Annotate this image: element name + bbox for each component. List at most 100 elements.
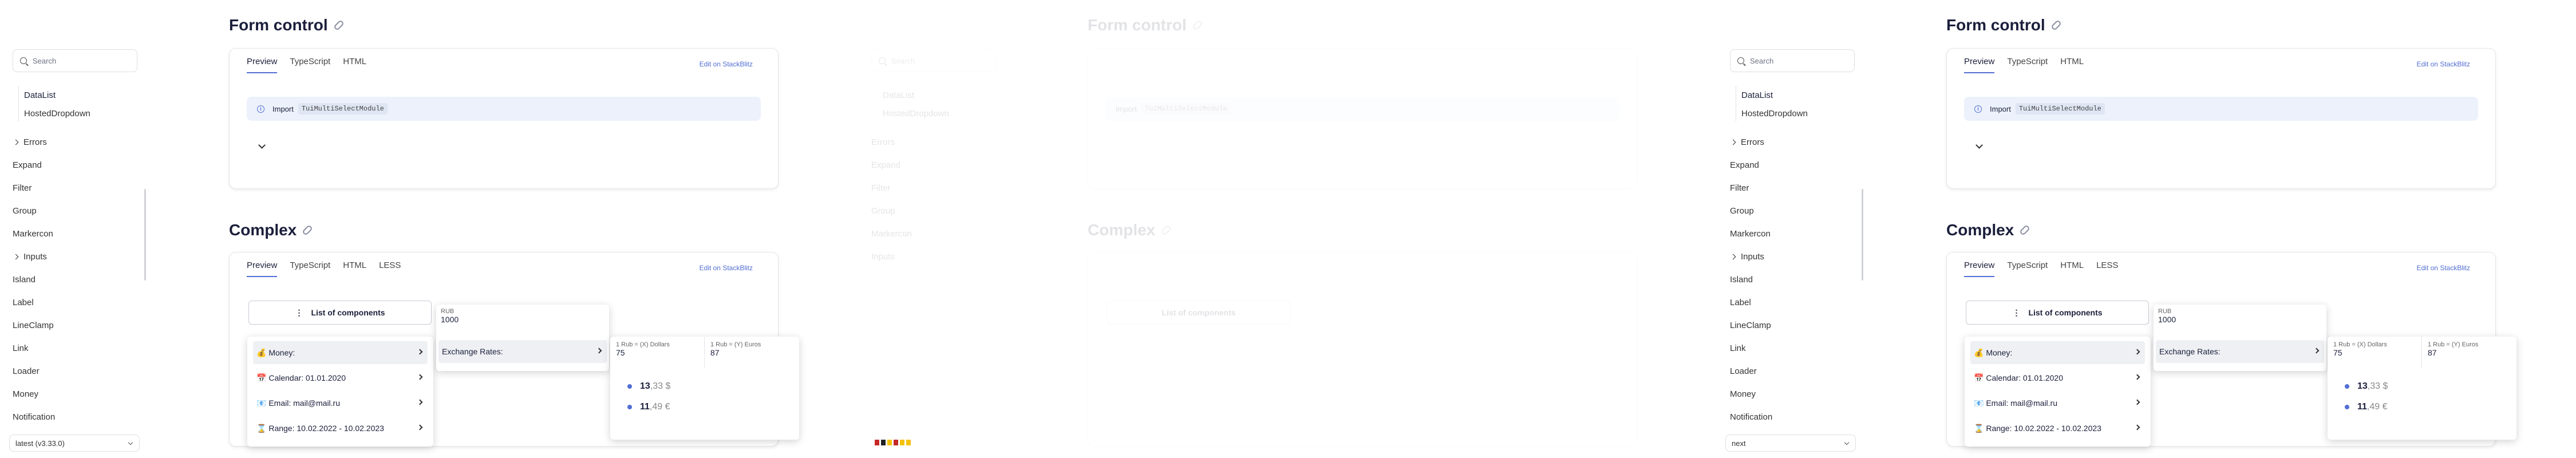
sidebar-item-inputs[interactable]: Inputs (13, 252, 47, 262)
menu-item-email[interactable]: 📧 Email: mail@mail.ru (253, 392, 428, 414)
tab-preview[interactable]: Preview (247, 260, 278, 277)
tab-typescript[interactable]: TypeScript (290, 57, 330, 73)
exchange-rates-item[interactable]: Exchange Rates: (438, 340, 607, 363)
sidebar-item-errors[interactable]: Errors (871, 137, 895, 147)
rub-field[interactable]: RUB 1000 (2158, 308, 2176, 324)
sidebar-item-group[interactable]: Group (1730, 206, 1754, 216)
sidebar-item-lineclamp[interactable]: LineClamp (13, 321, 54, 330)
sidebar-item-label: Errors (1741, 137, 1764, 147)
menu-item-calendar[interactable]: 📅 Calendar: 01.01.2020 (253, 366, 428, 389)
sidebar-item-hosteddropdown[interactable]: HostedDropdown (24, 109, 90, 119)
menu-item-money[interactable]: 💰 Money: (1970, 341, 2145, 364)
sidebar-item-notification[interactable]: Notification (1730, 412, 1772, 422)
search-input[interactable]: Search (1730, 49, 1855, 72)
sidebar-item-notification[interactable]: Notification (13, 412, 55, 422)
sidebar-item-expand[interactable]: Expand (871, 160, 900, 170)
menu-item-calendar[interactable]: 📅 Calendar: 01.01.2020 (1970, 366, 2145, 389)
sidebar-item-group[interactable]: Group (13, 206, 37, 216)
chevron-down-icon[interactable] (1976, 141, 1983, 149)
tab-html[interactable]: HTML (2060, 260, 2084, 277)
menu-item-range[interactable]: ⌛ Range: 10.02.2022 - 10.02.2023 (253, 417, 428, 440)
sidebar-item-lineclamp[interactable]: LineClamp (1730, 321, 1771, 330)
sidebar-item-island[interactable]: Island (13, 275, 35, 285)
sidebar-item-inputs[interactable]: Inputs (871, 252, 895, 262)
sidebar-item-island[interactable]: Island (1730, 275, 1753, 285)
sidebar-item-loader[interactable]: Loader (1730, 366, 1757, 376)
tab-typescript[interactable]: TypeScript (290, 260, 330, 277)
sidebar-scrollbar[interactable] (1862, 189, 1863, 281)
link-icon[interactable] (2019, 224, 2031, 236)
sidebar-item-money[interactable]: Money (1730, 389, 1756, 399)
sidebar-item-expand[interactable]: Expand (1730, 160, 1759, 170)
link-icon[interactable] (302, 224, 314, 236)
list-of-components-button[interactable]: ⋮ List of components (1966, 301, 2149, 325)
dollar-field[interactable]: 1 Rub = (X) Dollars 75 (610, 337, 705, 368)
search-input[interactable]: Search (871, 49, 996, 72)
sidebar-item-label-link[interactable]: Label (1730, 298, 1751, 307)
menu-item-label: Money: (268, 348, 295, 357)
dollar-value: 75 (2333, 348, 2342, 357)
rub-label: RUB (2158, 308, 2172, 315)
version-select[interactable]: next (1725, 435, 1856, 452)
import-label: Import (272, 104, 294, 113)
edit-on-stackblitz-link[interactable]: Edit on StackBlitz (700, 60, 753, 68)
sidebar-item-datalist[interactable]: DataList (24, 90, 56, 100)
tab-preview[interactable]: Preview (247, 57, 278, 73)
link-icon[interactable] (333, 19, 345, 31)
dollar-field[interactable]: 1 Rub = (X) Dollars 75 (2328, 337, 2422, 368)
sidebar-item-errors[interactable]: Errors (1730, 137, 1764, 147)
sidebar-item-filter[interactable]: Filter (871, 183, 890, 193)
tab-typescript[interactable]: TypeScript (2007, 57, 2048, 73)
tab-preview[interactable]: Preview (1964, 57, 1995, 73)
sidebar-item-link[interactable]: Link (1730, 344, 1746, 353)
sidebar-item-filter[interactable]: Filter (1730, 183, 1749, 193)
edit-on-stackblitz-link[interactable]: Edit on StackBlitz (2417, 264, 2470, 272)
sidebar-item-markercon[interactable]: Markercon (871, 229, 912, 239)
sidebar-item-money[interactable]: Money (13, 389, 38, 399)
sidebar-item-hosteddropdown[interactable]: HostedDropdown (1741, 109, 1808, 119)
sidebar-item-link[interactable]: Link (13, 344, 29, 353)
sidebar-item-loader[interactable]: Loader (13, 366, 39, 376)
edit-on-stackblitz-link[interactable]: Edit on StackBlitz (2417, 60, 2470, 68)
hourglass-icon: ⌛ (256, 423, 267, 433)
tab-less[interactable]: LESS (379, 260, 401, 277)
link-icon[interactable] (1191, 19, 1203, 31)
sidebar-item-datalist[interactable]: DataList (883, 90, 914, 100)
tab-less[interactable]: LESS (2096, 260, 2118, 277)
sidebar-item-filter[interactable]: Filter (13, 183, 31, 193)
tab-html[interactable]: HTML (343, 260, 366, 277)
button-label: List of components (2028, 308, 2103, 317)
sidebar-item-expand[interactable]: Expand (13, 160, 42, 170)
euro-field[interactable]: 1 Rub = (Y) Euros 87 (2422, 337, 2516, 368)
sidebar-item-label-link[interactable]: Label (13, 298, 34, 307)
sidebar-item-datalist[interactable]: DataList (1741, 90, 1773, 100)
rub-field[interactable]: RUB 1000 (441, 308, 459, 324)
edit-on-stackblitz-link[interactable]: Edit on StackBlitz (700, 264, 753, 272)
version-select[interactable]: latest (v3.33.0) (9, 435, 140, 452)
sidebar-item-markercon[interactable]: Markercon (13, 229, 53, 239)
euro-field[interactable]: 1 Rub = (Y) Euros 87 (705, 337, 799, 368)
exchange-rates-item[interactable]: Exchange Rates: (2156, 340, 2324, 363)
menu-item-label: Range: 10.02.2022 - 10.02.2023 (268, 424, 384, 433)
tab-preview[interactable]: Preview (1964, 260, 1995, 277)
sidebar-item-inputs[interactable]: Inputs (1730, 252, 1764, 262)
search-input[interactable]: Search (13, 49, 137, 72)
list-of-components-button[interactable]: ⋮ List of components (248, 301, 432, 325)
menu-item-money[interactable]: 💰 Money: (253, 341, 428, 364)
sidebar-item-hosteddropdown[interactable]: HostedDropdown (883, 109, 949, 119)
tab-typescript[interactable]: TypeScript (2007, 260, 2048, 277)
sidebar-item-group[interactable]: Group (871, 206, 895, 216)
menu-item-range[interactable]: ⌛ Range: 10.02.2022 - 10.02.2023 (1970, 417, 2145, 440)
sidebar-item-markercon[interactable]: Markercon (1730, 229, 1771, 239)
menu-item-email[interactable]: 📧 Email: mail@mail.ru (1970, 392, 2145, 414)
section-title-form-control: Form control (1088, 16, 1203, 34)
sidebar-scrollbar[interactable] (144, 189, 146, 281)
sidebar-item-errors[interactable]: Errors (13, 137, 47, 147)
list-of-components-button[interactable]: List of components (1107, 301, 1290, 325)
tab-html[interactable]: HTML (343, 57, 366, 73)
link-icon[interactable] (2050, 19, 2062, 31)
chevron-down-icon[interactable] (258, 141, 266, 149)
euro-value: 87 (2428, 348, 2437, 357)
tab-html[interactable]: HTML (2060, 57, 2084, 73)
link-icon[interactable] (1160, 224, 1172, 236)
